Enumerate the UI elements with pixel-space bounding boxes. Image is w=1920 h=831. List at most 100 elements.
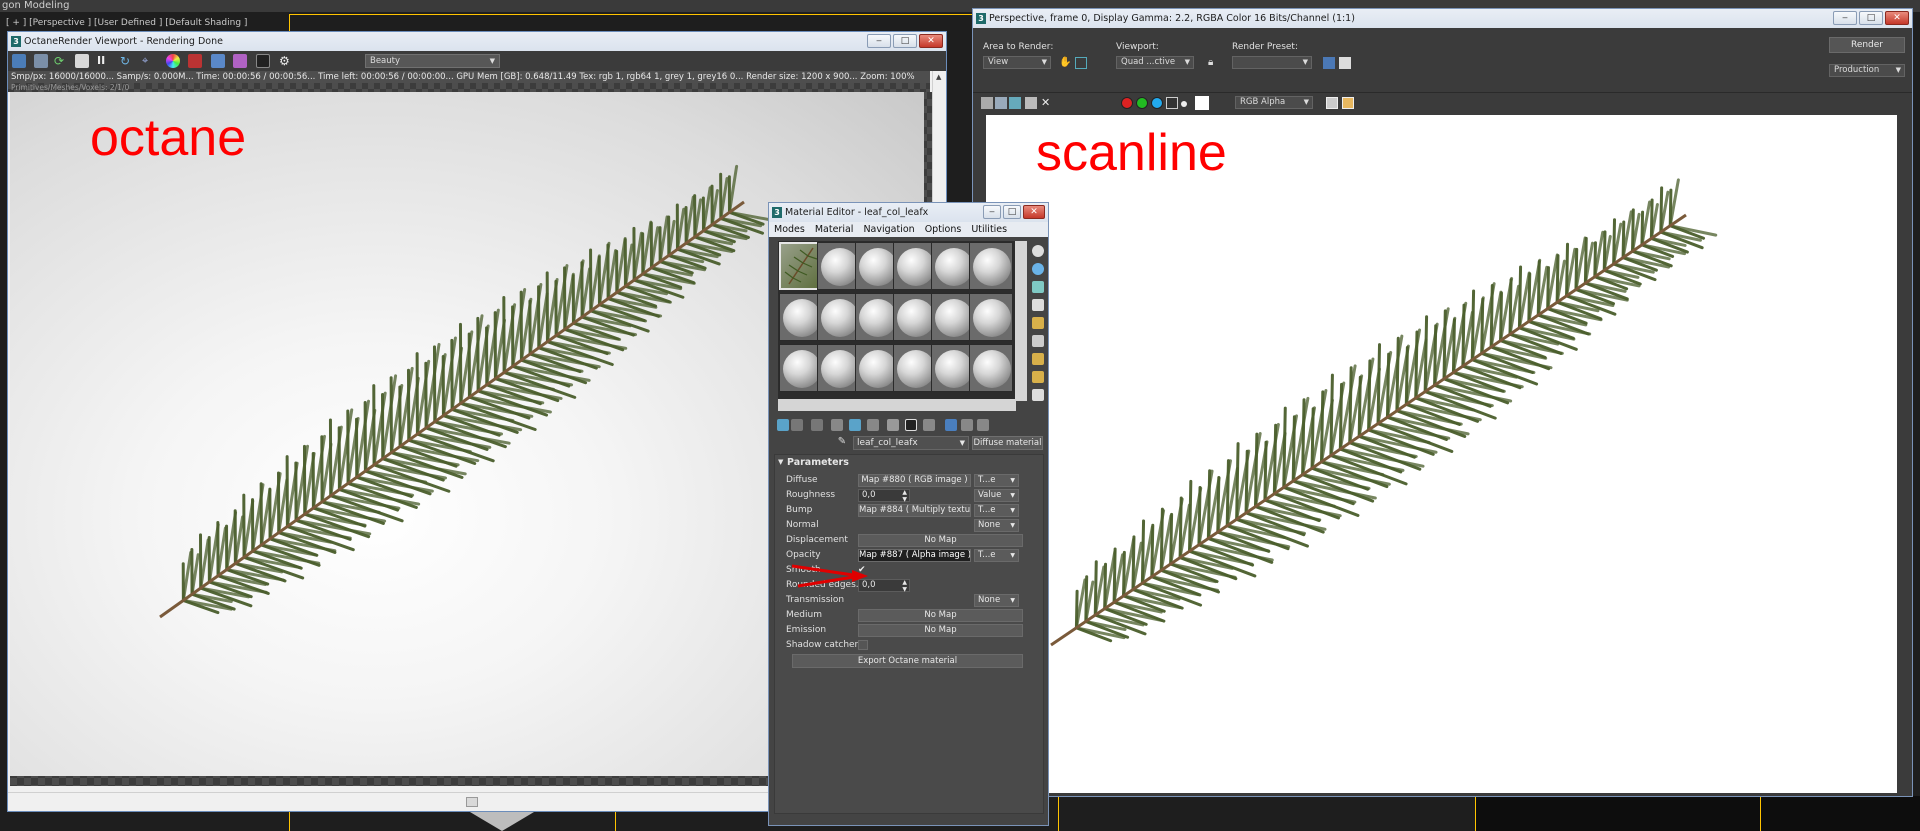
menu-navigation[interactable]: Navigation	[858, 222, 919, 237]
lock-icon[interactable]: 🔒︎	[1208, 57, 1220, 69]
sample-uv-tiling-icon[interactable]	[1032, 299, 1044, 311]
blue-channel-toggle[interactable]	[1151, 97, 1163, 109]
octane-title-bar[interactable]: 3 OctaneRender Viewport - Rendering Done…	[8, 32, 946, 51]
save-image-icon[interactable]	[981, 97, 993, 109]
material-type-button[interactable]: Diffuse material	[972, 436, 1043, 450]
restart-icon[interactable]: ⟳	[54, 54, 68, 68]
put-to-scene-icon[interactable]	[791, 419, 803, 431]
scanline-render-window[interactable]: 3 Perspective, frame 0, Display Gamma: 2…	[972, 8, 1913, 797]
shadow-catcher-checkbox[interactable]	[858, 640, 868, 650]
roughness-type-select[interactable]: Value ▼	[974, 489, 1019, 502]
make-preview-icon[interactable]	[1032, 335, 1044, 347]
material-slot[interactable]	[969, 242, 1013, 290]
menu-utilities[interactable]: Utilities	[966, 222, 1012, 237]
save-render-icon[interactable]	[12, 54, 26, 68]
minimize-button[interactable]: ‒	[867, 34, 891, 48]
close-button[interactable]: ✕	[1885, 11, 1909, 25]
alpha-channel-toggle[interactable]	[1166, 97, 1178, 109]
material-editor-title-bar[interactable]: 3 Material Editor - leaf_col_leafx ‒ □ ✕	[769, 203, 1048, 222]
maximize-button[interactable]: □	[1859, 11, 1883, 25]
medium-map-button[interactable]: No Map	[858, 609, 1023, 622]
sample-type-sphere-icon[interactable]	[1032, 245, 1044, 257]
parameters-header[interactable]: ▼ Parameters	[775, 455, 1043, 470]
show-shaded-icon[interactable]	[923, 419, 935, 431]
background-icon[interactable]	[1032, 281, 1044, 293]
area-to-render-select[interactable]: View ▼	[983, 56, 1051, 69]
clear-icon[interactable]: ✕	[1041, 97, 1053, 109]
clone-window-icon[interactable]	[1009, 97, 1021, 109]
minimize-button[interactable]: ‒	[983, 205, 1001, 219]
options-icon[interactable]	[1032, 353, 1044, 365]
maximize-button[interactable]: □	[1003, 205, 1021, 219]
material-picker-icon[interactable]	[233, 54, 247, 68]
make-unique-icon[interactable]	[867, 419, 879, 431]
maximize-button[interactable]: □	[893, 34, 917, 48]
material-id-icon[interactable]	[905, 419, 917, 431]
get-material-icon[interactable]	[777, 419, 789, 431]
show-end-result-icon[interactable]	[945, 419, 957, 431]
material-slot[interactable]	[969, 344, 1013, 392]
go-forward-sibling-icon[interactable]	[977, 419, 989, 431]
spinner-arrows-icon[interactable]: ▲ ▼	[902, 579, 907, 593]
region-select-icon[interactable]	[1075, 57, 1087, 69]
diffuse-map-button[interactable]: Map #880 ( RGB image )	[858, 474, 971, 487]
backlight-icon[interactable]	[1032, 263, 1044, 275]
production-select[interactable]: Production ▼	[1829, 64, 1905, 77]
minimize-button[interactable]: ‒	[1833, 11, 1857, 25]
assign-material-icon[interactable]	[811, 419, 823, 431]
material-name-field[interactable]: leaf_col_leafx ▼	[853, 436, 969, 450]
scroll-thumb[interactable]	[466, 797, 478, 807]
display-toggle-icon[interactable]	[1326, 97, 1338, 109]
render-button[interactable]: Render	[1829, 37, 1905, 53]
channel-display-select[interactable]: RGB Alpha ▼	[1235, 96, 1313, 109]
hand-icon[interactable]: ✋	[1059, 57, 1071, 69]
menu-modes[interactable]: Modes	[769, 222, 810, 237]
bump-type-select[interactable]: T...e ▼	[974, 504, 1019, 517]
render-setup-icon[interactable]	[1323, 57, 1335, 69]
scanline-render-canvas[interactable]: scanline	[986, 115, 1897, 793]
material-slot[interactable]	[969, 293, 1013, 341]
copy-material-icon[interactable]	[849, 419, 861, 431]
focus-picker-icon[interactable]: ⌖	[142, 54, 156, 68]
viewport-select[interactable]: Quad ...ctive ▼	[1116, 56, 1194, 69]
menu-material[interactable]: Material	[810, 222, 859, 237]
copy-image-icon[interactable]	[995, 97, 1007, 109]
background-color-swatch[interactable]	[1195, 96, 1209, 110]
export-octane-material-button[interactable]: Export Octane material	[792, 654, 1023, 668]
roughness-spinner[interactable]: 0,0 ▲ ▼	[858, 489, 910, 503]
transmission-type-select[interactable]: None ▼	[974, 594, 1019, 607]
pause-icon[interactable]: II	[97, 54, 111, 68]
settings-gear-icon[interactable]: ⚙	[279, 54, 293, 68]
close-button[interactable]: ✕	[919, 34, 943, 48]
slots-vertical-scrollbar[interactable]	[1015, 241, 1027, 401]
diffuse-type-select[interactable]: T...e ▼	[974, 474, 1019, 487]
close-button[interactable]: ✕	[1023, 205, 1045, 219]
scanline-title-bar[interactable]: 3 Perspective, frame 0, Display Gamma: 2…	[973, 9, 1912, 28]
normal-type-select[interactable]: None ▼	[974, 519, 1019, 532]
color-picker-icon[interactable]	[166, 54, 180, 68]
spinner-arrows-icon[interactable]: ▲ ▼	[902, 489, 907, 503]
scroll-up-arrow[interactable]: ▲	[936, 73, 941, 81]
refresh-icon[interactable]: ↻	[120, 54, 134, 68]
slots-horizontal-scrollbar[interactable]	[778, 399, 1016, 411]
pixel-info-icon[interactable]	[1342, 97, 1354, 109]
reset-map-icon[interactable]	[831, 419, 843, 431]
film-region-icon[interactable]	[211, 54, 225, 68]
go-to-parent-icon[interactable]	[961, 419, 973, 431]
object-picker-icon[interactable]	[256, 54, 270, 68]
material-editor-window[interactable]: 3 Material Editor - leaf_col_leafx ‒ □ ✕…	[768, 202, 1049, 826]
opacity-type-select[interactable]: T...e ▼	[974, 549, 1019, 562]
video-color-check-icon[interactable]	[1032, 317, 1044, 329]
stop-icon[interactable]	[75, 54, 89, 68]
red-channel-toggle[interactable]	[1121, 97, 1133, 109]
render-pass-select[interactable]: Beauty ▼	[365, 54, 500, 68]
eyedropper-icon[interactable]: ✎	[835, 436, 849, 450]
region-icon[interactable]	[188, 54, 202, 68]
save-passes-icon[interactable]	[34, 54, 48, 68]
mono-toggle[interactable]	[1181, 101, 1187, 107]
select-by-material-icon[interactable]	[1032, 371, 1044, 383]
menu-options[interactable]: Options	[920, 222, 967, 237]
print-icon[interactable]	[1025, 97, 1037, 109]
render-preset-select[interactable]: ▼	[1232, 56, 1312, 69]
displacement-map-button[interactable]: No Map	[858, 534, 1023, 547]
